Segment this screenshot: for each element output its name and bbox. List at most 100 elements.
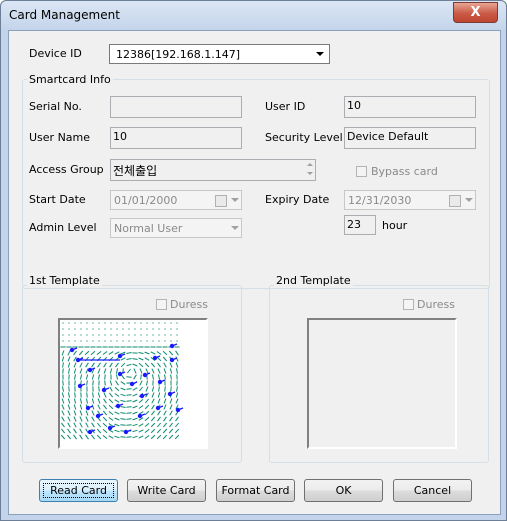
fingerprint-ridge [114, 411, 120, 415]
fingerprint-ridge [176, 368, 178, 374]
user-id-field[interactable]: 10 [344, 96, 476, 118]
fingerprint-ridge [156, 356, 162, 362]
fingerprint-ridge [73, 434, 77, 440]
first-template-duress-label: Duress [170, 298, 208, 311]
fingerprint-ridge [144, 357, 150, 361]
fingerprint-ridge [170, 386, 172, 392]
first-template-image [58, 318, 208, 449]
device-id-combo[interactable]: 12386[192.168.1.147] [109, 44, 330, 64]
fingerprint-ridge [126, 363, 132, 367]
format-card-button[interactable]: Format Card [216, 479, 295, 502]
fingerprint-ridge [139, 368, 143, 374]
fingerprint-ridge [90, 350, 96, 356]
fingerprint-ridge [108, 404, 114, 410]
fingerprint-ridge [120, 436, 126, 438]
fingerprint-ridge [174, 428, 180, 434]
cancel-button[interactable]: Cancel [393, 479, 472, 502]
fingerprint-ridge [61, 404, 65, 410]
fingerprint-ridge [108, 351, 114, 355]
first-template-title: 1st Template [27, 274, 102, 287]
fingerprint-ridge [74, 398, 76, 404]
fingerprint-ridge [109, 380, 113, 386]
write-card-button[interactable]: Write Card [127, 479, 206, 502]
ok-button[interactable]: OK [304, 479, 383, 502]
fingerprint-ridge [151, 368, 155, 374]
fingerprint-ridge [126, 418, 132, 420]
fingerprint-ridge [169, 362, 173, 368]
chevron-down-icon [231, 226, 239, 230]
security-level-field[interactable]: Device Default [344, 127, 476, 149]
user-name-field[interactable]: 10 [110, 127, 242, 149]
fingerprint-ridge [73, 368, 77, 374]
fingerprint-ridge [121, 374, 125, 380]
fingerprint-ridge [175, 362, 179, 368]
start-date-picker[interactable]: 01/01/2000 [110, 190, 242, 210]
second-template-image [307, 318, 457, 449]
security-level-label: Security Level [265, 131, 343, 144]
fingerprint-ridge [74, 374, 76, 380]
fingerprint-ridge [120, 406, 126, 408]
fingerprint-ridge [163, 422, 167, 428]
fingerprint-ridge [102, 428, 108, 434]
serial-no-field[interactable] [110, 96, 242, 118]
fingerprint-ridge [86, 380, 88, 386]
fingerprint-ridge [139, 386, 143, 392]
card-management-window: Card Management X Device ID 12386[192.16… [0, 0, 507, 521]
fingerprint-ridge [91, 362, 95, 368]
bypass-card-label: Bypass card [371, 165, 438, 178]
fingerprint-ridge [96, 434, 102, 440]
fingerprint-ridge [73, 416, 77, 422]
fingerprint-ridge [157, 416, 161, 422]
fingerprint-ridge [132, 399, 138, 403]
fingerprint-ridge [61, 428, 65, 434]
fingerprint-ridge [79, 368, 83, 374]
fingerprint-ridge [150, 351, 156, 355]
fingerprint-ridge [61, 398, 65, 404]
fingerprint-ridge [79, 422, 83, 428]
fingerprint-ridge [126, 352, 132, 354]
second-template-duress-checkbox[interactable] [403, 299, 414, 310]
bypass-card-checkbox[interactable] [356, 166, 367, 177]
fingerprint-ridge [169, 416, 173, 422]
fingerprint-ridge [108, 435, 114, 439]
fingerprint-ridge [115, 362, 119, 368]
fingerprint-ridge [67, 404, 71, 410]
fingerprint-ridge [68, 368, 70, 374]
fingerprint-ridge [67, 350, 71, 356]
close-icon: X [470, 5, 481, 20]
fingerprint-ridge [115, 380, 119, 386]
fingerprint-ridge [67, 434, 71, 440]
fingerprint-image [60, 322, 184, 440]
fingerprint-ridge [133, 374, 137, 380]
admin-level-label: Admin Level [29, 221, 97, 234]
fingerprint-ridge [67, 398, 71, 404]
fingerprint-ridge [151, 386, 155, 392]
ok-label: OK [335, 484, 352, 497]
fingerprint-ridge [150, 434, 156, 440]
fingerprint-ridge [168, 434, 174, 440]
fingerprint-ridge [91, 416, 95, 422]
first-template-duress-checkbox[interactable] [156, 299, 167, 310]
fingerprint-ridge [109, 368, 113, 374]
fingerprint-ridge [96, 428, 102, 434]
expiry-date-value: 12/31/2030 [348, 194, 412, 207]
fingerprint-ridge [114, 399, 120, 403]
fingerprint-ridge [61, 356, 65, 362]
expiry-date-picker[interactable]: 12/31/2030 [344, 190, 476, 210]
access-group-field[interactable]: 전체출입 [110, 159, 316, 181]
format-card-label: Format Card [221, 484, 290, 497]
fingerprint-ridge [132, 387, 138, 391]
title-bar[interactable]: Card Management X [1, 1, 506, 31]
fingerprint-ridge [84, 350, 90, 356]
admin-level-combo[interactable]: Normal User [110, 218, 242, 238]
fingerprint-ridge [73, 428, 77, 434]
fingerprint-ridge [114, 435, 120, 439]
fingerprint-ridge [85, 434, 89, 440]
fingerprint-ridge [138, 362, 144, 368]
close-button[interactable]: X [453, 2, 498, 23]
read-card-button[interactable]: Read Card [39, 479, 118, 502]
fingerprint-ridge [85, 422, 89, 428]
hour-field[interactable]: 23 [344, 215, 376, 235]
fingerprint-ridge [109, 392, 113, 398]
second-template-duress-label: Duress [417, 298, 455, 311]
